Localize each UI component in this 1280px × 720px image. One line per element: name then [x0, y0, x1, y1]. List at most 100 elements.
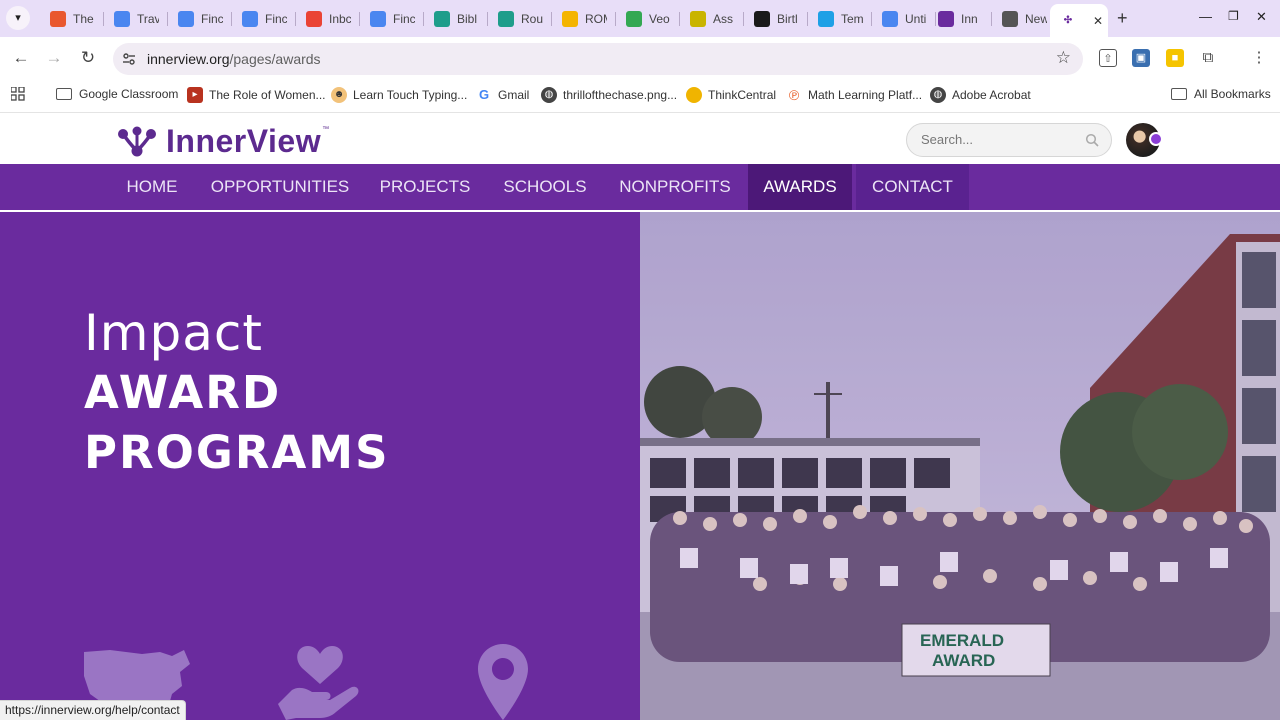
extension-upload-icon[interactable]: ⇧	[1099, 49, 1117, 67]
map-pin-icon	[478, 644, 528, 720]
browser-tab-title: ROM	[585, 11, 607, 26]
site-header: InnerView ™	[0, 113, 1280, 164]
forward-button[interactable]: →	[43, 48, 65, 68]
new-tab-button[interactable]: +	[1117, 8, 1128, 29]
nav-awards[interactable]: AWARDS	[748, 164, 852, 210]
book-icon: ▸	[187, 87, 203, 103]
site-search[interactable]	[906, 123, 1112, 157]
browser-tab[interactable]: Finc	[360, 4, 424, 33]
site-nav: HOME OPPORTUNITIES PROJECTS SCHOOLS NONP…	[0, 164, 1280, 210]
nav-contact[interactable]: CONTACT	[856, 164, 969, 210]
logo-wordmark: InnerView	[166, 123, 322, 159]
minimize-icon[interactable]: —	[1199, 9, 1212, 24]
browser-tab[interactable]: The	[40, 4, 104, 33]
extensions-puzzle-icon[interactable]: ⧉	[1199, 49, 1217, 67]
user-avatar[interactable]	[1126, 123, 1163, 157]
browser-tab-title: New	[1025, 11, 1047, 26]
browser-tab[interactable]: Rou	[488, 4, 552, 33]
site-info-icon[interactable]	[121, 51, 137, 67]
folder-icon	[56, 88, 72, 100]
extension-photo-icon[interactable]: ▣	[1132, 49, 1150, 67]
reload-button[interactable]: ↻	[77, 48, 99, 68]
browser-tab[interactable]: New	[992, 4, 1056, 33]
extension-keep-icon[interactable]: ■	[1166, 49, 1184, 67]
apps-grid-icon[interactable]	[11, 87, 25, 101]
browser-tab[interactable]: ROM	[552, 4, 616, 33]
browser-tab-active[interactable]: ✣ ✕	[1050, 4, 1108, 37]
innerview-logo[interactable]: InnerView ™	[116, 123, 329, 160]
google-icon: G	[478, 87, 490, 102]
browser-tab[interactable]: Finc	[168, 4, 232, 33]
globe-icon: ◍	[541, 87, 557, 103]
typing-icon: ☻	[331, 87, 347, 103]
back-button[interactable]: ←	[10, 48, 32, 68]
browser-tab-title: The	[73, 11, 94, 26]
bookmark-touch-typing[interactable]: ☻ Learn Touch Typing...	[331, 87, 467, 103]
browser-toolbar: ← → ↻ innerview.org/pages/awards ☆ ⇧ ▣ ■…	[0, 37, 1280, 81]
browser-tab[interactable]: Trav	[104, 4, 168, 33]
browser-tab[interactable]: Veo	[616, 4, 680, 33]
bookmark-math-learning[interactable]: ℗ Math Learning Platf...	[786, 87, 922, 103]
browser-tab-title: Rou	[521, 11, 543, 26]
browser-tab[interactable]: Finc	[232, 4, 296, 33]
all-bookmarks-button[interactable]: All Bookmarks	[1171, 87, 1271, 101]
globe-icon: ◍	[930, 87, 946, 103]
heart-hand-icon	[278, 646, 359, 720]
sheets-icon	[626, 10, 642, 27]
c-letter-icon	[754, 10, 770, 27]
browser-tab[interactable]: Birtl	[744, 4, 808, 33]
browser-tab[interactable]: Inbc	[296, 4, 360, 33]
browser-tab[interactable]: Bibl	[424, 4, 488, 33]
logo-trademark: ™	[322, 126, 330, 133]
bookmark-thrillofthechase[interactable]: ◍ thrillofthechase.png...	[541, 87, 677, 103]
thinkcentral-icon	[686, 87, 702, 103]
close-tab-icon[interactable]: ✕	[1093, 14, 1103, 28]
docs-icon	[370, 10, 386, 27]
hero-panel: Impact AWARD PROGRAMS	[0, 212, 640, 720]
math-icon: ℗	[788, 87, 800, 103]
browser-menu-icon[interactable]: ⋮	[1250, 49, 1268, 67]
browser-tab[interactable]: Inn	[928, 4, 992, 33]
browser-tab-title: Birtl	[777, 11, 798, 26]
docs-icon	[242, 10, 258, 27]
avatar-badge-icon	[1149, 132, 1163, 146]
hero-title-award: AWARD	[84, 366, 282, 419]
innerview-logo-icon	[116, 126, 158, 158]
nav-home[interactable]: HOME	[108, 164, 196, 210]
browser-tab-title: Tem	[841, 11, 863, 26]
folder-icon	[1171, 88, 1187, 100]
close-window-icon[interactable]: ✕	[1256, 9, 1267, 25]
browser-tab-title: Unti	[905, 11, 927, 26]
bookmark-adobe-acrobat[interactable]: ◍ Adobe Acrobat	[930, 87, 1031, 103]
browser-tab[interactable]: Unti	[872, 4, 936, 33]
address-bar[interactable]: innerview.org/pages/awards ☆	[113, 43, 1083, 75]
restore-icon[interactable]: ❐	[1228, 9, 1239, 23]
group-photo-image: EMERALD AWARD	[640, 212, 1280, 720]
browser-tab[interactable]: Tem	[808, 4, 872, 33]
classroom-icon	[434, 10, 450, 27]
search-icon[interactable]	[1085, 133, 1099, 147]
browser-tab-title: Bibl	[457, 11, 478, 26]
bookmark-google-classroom[interactable]: Google Classroom	[56, 87, 178, 101]
bookmark-star-icon[interactable]: ☆	[1056, 48, 1071, 68]
gmail-icon	[306, 10, 322, 27]
browser-tab[interactable]: Ass	[680, 4, 744, 33]
search-input[interactable]	[921, 132, 1081, 147]
nav-opportunities[interactable]: OPPORTUNITIES	[200, 164, 360, 210]
innerview-icon: ✣	[1060, 12, 1076, 29]
canva-icon	[818, 10, 834, 27]
tab-search-button[interactable]: ▾	[6, 6, 30, 30]
bookmarks-bar: Google Classroom ▸ The Role of Women... ☻…	[0, 81, 1280, 113]
browser-tab-title: Inn	[961, 11, 978, 26]
browser-tab-title: Veo	[649, 11, 670, 26]
classroom-icon	[690, 10, 706, 27]
bookmark-gmail[interactable]: G Gmail	[476, 87, 529, 103]
browser-tab-title: Inbc	[329, 11, 351, 26]
nav-schools[interactable]: SCHOOLS	[490, 164, 600, 210]
bookmark-role-of-women[interactable]: ▸ The Role of Women...	[187, 87, 326, 103]
nav-nonprofits[interactable]: NONPROFITS	[606, 164, 744, 210]
browser-tab-title: Trav	[137, 11, 159, 26]
nav-projects[interactable]: PROJECTS	[366, 164, 484, 210]
hero-photo: EMERALD AWARD	[640, 212, 1280, 720]
bookmark-thinkcentral[interactable]: ThinkCentral	[686, 87, 776, 103]
